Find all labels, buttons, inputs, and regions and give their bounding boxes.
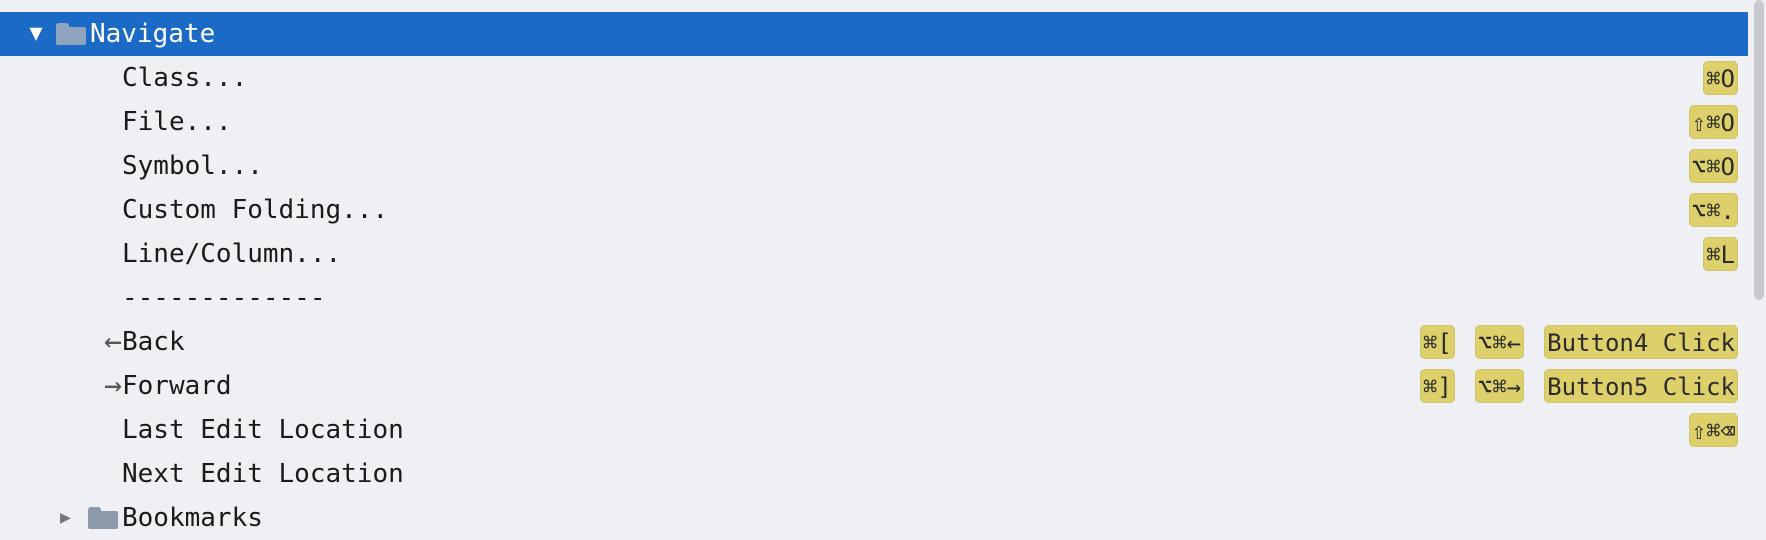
shortcut-badge: ⌘] [1419,369,1455,403]
shortcut-list: ⌘L [1703,232,1738,276]
shortcut-list: ⌘[ ⌥⌘← Button4 Click [1419,320,1738,364]
shortcut-list: ⌥⌘O [1688,144,1738,188]
shortcut-badge: ⌘L [1703,237,1738,271]
shortcut-list: ⌘] ⌥⌘→ Button5 Click [1419,364,1738,408]
shortcut-list: ⌥⌘. [1688,188,1738,232]
action-row-class[interactable]: Class... ⌘O [0,56,1748,100]
shortcut-badge: Button4 Click [1544,325,1738,359]
action-row-back[interactable]: ← Back ⌘[⌥⌘← Button4 Click [0,320,1748,364]
tree-group-navigate[interactable]: ▼ Navigate [0,12,1748,56]
shortcut-badge: ⌥⌘← [1474,325,1525,359]
tree-group-bookmarks[interactable]: ▶ Bookmarks [0,496,1748,540]
shortcut-list: ⌘O [1703,56,1738,100]
group-label: Navigate [90,19,216,49]
action-row-line-column[interactable]: Line/Column... ⌘L [0,232,1748,276]
keymap-tree: ▼ Navigate Class... ⌘O File... ⇧⌘O Symbol...… [0,12,1748,540]
shortcut-badge: ⌘O [1703,61,1738,95]
shortcut-badge: ⌥⌘→ [1474,369,1525,403]
action-label: Custom Folding... [122,195,389,225]
action-label: Last Edit Location [122,415,404,445]
action-row-forward[interactable]: → Forward ⌘] ⌥⌘→ Button5 Click [0,364,1748,408]
action-label: Class... [122,63,248,93]
shortcut-list: ⇧⌘⌫ [1688,408,1738,452]
shortcut-badge: ⌥⌘O [1688,149,1738,183]
collapse-toggle-icon[interactable]: ▶ [60,496,71,540]
vertical-scrollbar[interactable] [1754,0,1764,300]
shortcut-badge: ⌘[ [1419,325,1455,359]
folder-icon [88,507,118,529]
action-row-last-edit-location[interactable]: Last Edit Location ⇧⌘⌫ [0,408,1748,452]
action-label: File... [122,107,232,137]
action-row-next-edit-location[interactable]: Next Edit Location [0,452,1748,496]
shortcut-badge: ⇧⌘⌫ [1688,413,1738,447]
shortcut-badge: ⇧⌘O [1688,105,1738,139]
action-label: Line/Column... [122,239,342,269]
action-label: Symbol... [122,151,263,181]
action-row-symbol[interactable]: Symbol... ⌥⌘O [0,144,1748,188]
shortcut-list: ⇧⌘O [1688,100,1738,144]
expand-toggle-icon[interactable]: ▼ [24,12,48,56]
action-row-custom-folding[interactable]: Custom Folding... ⌥⌘. [0,188,1748,232]
action-label: Forward [122,371,232,401]
action-row-file[interactable]: File... ⇧⌘O [0,100,1748,144]
action-label: Next Edit Location [122,459,404,489]
shortcut-badge: ⌥⌘. [1688,193,1738,227]
group-label: Bookmarks [122,503,263,533]
folder-icon [56,23,86,45]
separator-line: ------------- [122,283,326,313]
action-label: Back [122,327,185,357]
separator: ------------- [0,276,1748,320]
shortcut-badge: Button5 Click [1544,369,1738,403]
